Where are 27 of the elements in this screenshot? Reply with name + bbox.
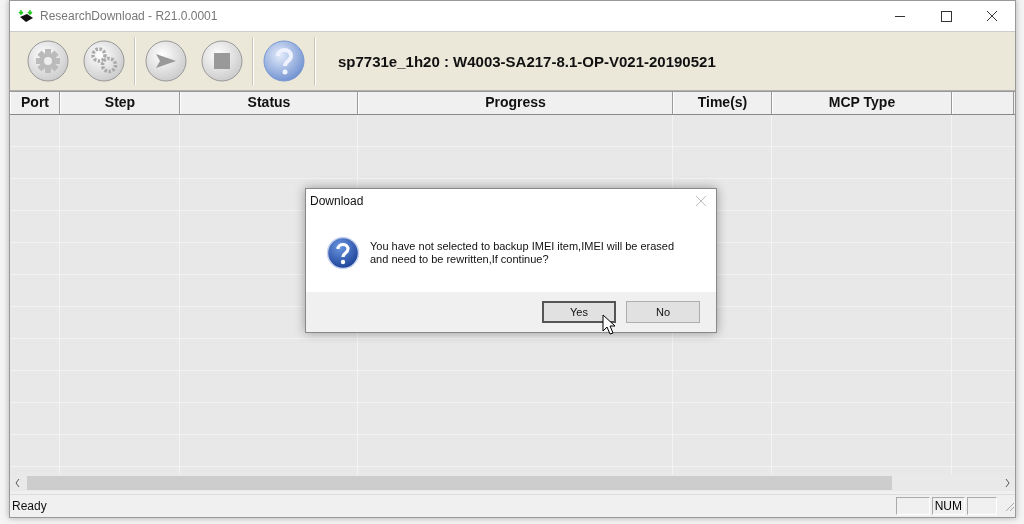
status-indicator: NUM (931, 497, 965, 515)
scroll-thumb[interactable] (27, 476, 892, 490)
column-header[interactable]: MCP Type (772, 92, 952, 114)
app-icon (18, 9, 34, 23)
column-header[interactable]: Status (180, 92, 358, 114)
help-icon[interactable] (262, 39, 306, 83)
gear-icon[interactable] (26, 39, 70, 83)
firmware-label: sp7731e_1h20 : W4003-SA217-8.1-OP-V021-20190521 (338, 52, 716, 70)
gears-icon[interactable] (82, 39, 126, 83)
window-title: ResearchDownload - R21.0.0001 (40, 9, 219, 23)
column-header[interactable]: Step (60, 92, 180, 114)
dialog-button[interactable]: No (626, 301, 700, 323)
stop-icon[interactable] (200, 39, 244, 83)
dialog-button[interactable]: Yes (542, 301, 616, 323)
question-icon (326, 235, 360, 270)
horizontal-scrollbar[interactable] (10, 475, 1015, 491)
status-panel (967, 497, 997, 515)
column-header[interactable]: Port (10, 92, 60, 114)
status-panel (895, 497, 930, 515)
play-icon[interactable] (144, 39, 188, 83)
column-header[interactable]: Progress (358, 92, 673, 114)
close-icon[interactable] (694, 194, 708, 208)
status-text: Ready (12, 499, 48, 513)
dialog-title: Download (310, 194, 364, 208)
dialog-message: You have not selected to backup IMEI item,IMEI will be erased and need to be rewritten,If continue? (370, 239, 676, 266)
resize-grip-icon[interactable] (1003, 500, 1015, 512)
column-header[interactable]: Time(s) (673, 92, 772, 114)
